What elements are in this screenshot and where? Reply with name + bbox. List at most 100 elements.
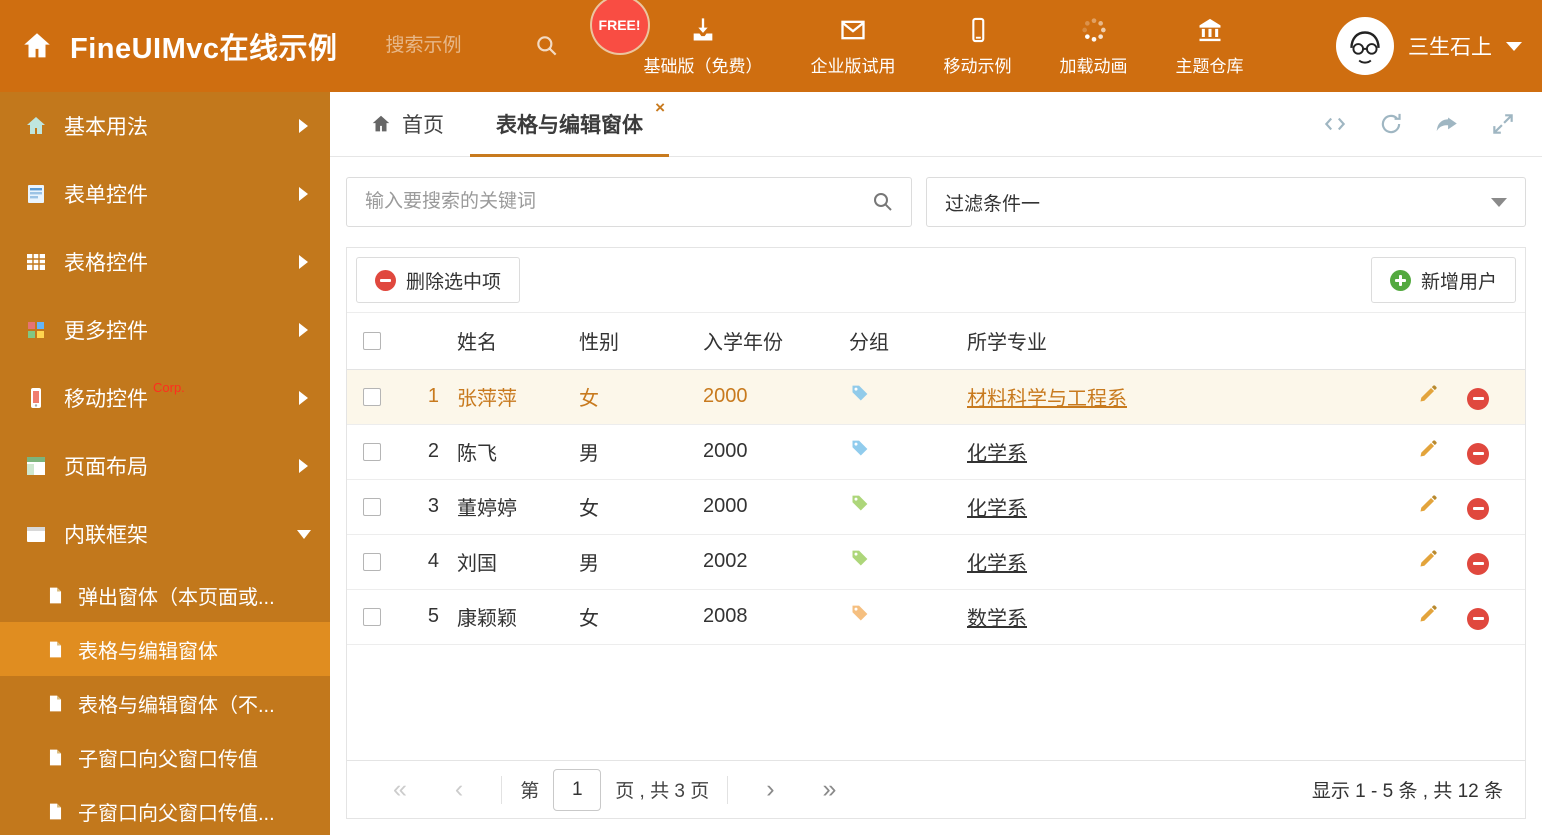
minus-circle-icon <box>375 269 396 291</box>
row-index: 2 <box>405 424 451 480</box>
major-link[interactable]: 化学系 <box>967 443 1027 465</box>
cell-year: 2002 <box>697 534 843 590</box>
search-icon[interactable] <box>871 190 895 214</box>
sidebar-item-page-layout[interactable]: 页面布局 <box>0 432 330 500</box>
row-checkbox[interactable] <box>363 497 381 516</box>
header-search <box>383 33 560 59</box>
add-user-button[interactable]: 新增用户 <box>1370 257 1516 303</box>
sidebar-item-grid-controls[interactable]: 表格控件 <box>0 228 330 296</box>
keyword-search-box <box>346 177 912 227</box>
tab-home[interactable]: 首页 <box>344 92 470 156</box>
pagination-bar: 第 页 , 共 3 页 显示 1 - 5 条 , 共 12 条 <box>347 760 1525 818</box>
sidebar-subitem-grid-edit-window-2[interactable]: 表格与编辑窗体（不... <box>0 676 330 730</box>
download-icon <box>689 16 717 44</box>
sidebar-subitem-label: 表格与编辑窗体（不... <box>78 694 275 717</box>
select-all-checkbox[interactable] <box>363 331 381 350</box>
envelope-icon <box>839 16 867 44</box>
nav-item-basic-free[interactable]: FREE! 基础版（免费） <box>591 0 787 92</box>
user-name[interactable]: 三生石上 <box>1408 31 1492 61</box>
row-checkbox[interactable] <box>363 442 381 461</box>
major-link[interactable]: 材料科学与工程系 <box>967 388 1127 410</box>
sidebar-item-label: 内联框架 <box>64 524 148 547</box>
source-code-icon[interactable] <box>1322 111 1348 137</box>
grid-body: 姓名 性别 入学年份 分组 所学专业 1 张萍萍 女 2000 材料科学与工程系… <box>347 313 1525 760</box>
sidebar-item-form-controls[interactable]: 表单控件 <box>0 160 330 228</box>
header-search-input[interactable] <box>383 34 534 58</box>
file-icon <box>46 586 65 605</box>
last-page-button[interactable] <box>799 777 861 802</box>
tag-icon <box>849 383 870 404</box>
delete-icon[interactable] <box>1467 552 1489 575</box>
sidebar-item-label: 页面布局 <box>64 456 148 479</box>
sidebar-subitem-popup-window[interactable]: 弹出窗体（本页面或... <box>0 568 330 622</box>
prev-page-button[interactable] <box>431 777 487 802</box>
mobile-icon <box>964 16 992 44</box>
nav-item-theme-repo[interactable]: 主题仓库 <box>1152 0 1268 92</box>
file-icon <box>46 640 65 659</box>
first-page-button[interactable] <box>369 777 431 802</box>
row-index: 5 <box>405 589 451 645</box>
tag-icon <box>849 548 870 569</box>
corp-badge: Corp. <box>153 380 185 395</box>
avatar[interactable] <box>1336 17 1394 75</box>
row-index: 3 <box>405 479 451 535</box>
sidebar-subitem-label: 子窗口向父窗口传值... <box>78 802 275 825</box>
app-title: FineUIMvc在线示例 <box>70 33 338 65</box>
edit-icon[interactable] <box>1417 603 1439 625</box>
tab-toolbar <box>1322 92 1542 156</box>
user-menu[interactable]: 三生石上 <box>1336 17 1522 75</box>
filter-row: 过滤条件一 <box>346 177 1526 227</box>
frame-icon <box>24 522 48 546</box>
nav-item-enterprise-trial[interactable]: 企业版试用 <box>787 0 920 92</box>
cell-gender: 女 <box>573 589 697 645</box>
sidebar-item-mobile-controls[interactable]: 移动控件 Corp. <box>0 364 330 432</box>
edit-icon[interactable] <box>1417 383 1439 405</box>
bank-icon <box>1196 16 1224 44</box>
sidebar-subitem-child-to-parent[interactable]: 子窗口向父窗口传值 <box>0 730 330 784</box>
row-checkbox[interactable] <box>363 387 381 406</box>
edit-icon[interactable] <box>1417 438 1439 460</box>
filter-dropdown[interactable]: 过滤条件一 <box>926 177 1526 227</box>
search-icon[interactable] <box>534 33 560 59</box>
major-link[interactable]: 化学系 <box>967 553 1027 575</box>
next-page-button[interactable] <box>742 777 798 802</box>
tab-content: 过滤条件一 删除选中项 新增用户 <box>330 157 1542 835</box>
widgets-icon <box>24 318 48 342</box>
keyword-search-input[interactable] <box>363 190 871 214</box>
chevron-down-icon[interactable] <box>1506 41 1522 51</box>
delete-icon[interactable] <box>1467 607 1489 630</box>
nav-item-mobile-demo[interactable]: 移动示例 <box>920 0 1036 92</box>
nav-item-loading-animation[interactable]: 加载动画 <box>1036 0 1152 92</box>
column-header-index <box>405 313 451 370</box>
major-link[interactable]: 数学系 <box>967 608 1027 630</box>
edit-icon[interactable] <box>1417 493 1439 515</box>
sidebar-subitem-child-to-parent-2[interactable]: 子窗口向父窗口传值... <box>0 784 330 835</box>
chevron-down-icon <box>297 529 311 539</box>
delete-icon[interactable] <box>1467 442 1489 465</box>
row-checkbox[interactable] <box>363 552 381 571</box>
share-icon[interactable] <box>1434 111 1460 137</box>
cell-name: 刘国 <box>451 534 573 590</box>
house-icon <box>24 114 48 138</box>
delete-icon[interactable] <box>1467 387 1489 410</box>
delete-selected-button[interactable]: 删除选中项 <box>356 257 521 303</box>
refresh-icon[interactable] <box>1378 111 1404 137</box>
close-icon[interactable] <box>655 99 665 116</box>
chevron-right-icon <box>299 323 308 337</box>
expand-icon[interactable] <box>1490 111 1516 137</box>
delete-icon[interactable] <box>1467 497 1489 520</box>
table-row: 1 张萍萍 女 2000 材料科学与工程系 <box>347 369 1525 425</box>
page-number-input[interactable] <box>553 768 602 811</box>
edit-icon[interactable] <box>1417 548 1439 570</box>
tab-bar: 首页 表格与编辑窗体 <box>330 92 1542 157</box>
sidebar-item-more-controls[interactable]: 更多控件 <box>0 296 330 364</box>
record-summary: 显示 1 - 5 条 , 共 12 条 <box>1311 781 1503 802</box>
sidebar-item-iframe[interactable]: 内联框架 <box>0 500 330 568</box>
tag-icon <box>849 603 870 624</box>
tab-grid-edit-window[interactable]: 表格与编辑窗体 <box>470 92 669 157</box>
major-link[interactable]: 化学系 <box>967 498 1027 520</box>
home-icon[interactable] <box>20 29 54 63</box>
sidebar-item-basic-usage[interactable]: 基本用法 <box>0 92 330 160</box>
row-checkbox[interactable] <box>363 607 381 626</box>
sidebar-subitem-grid-edit-window[interactable]: 表格与编辑窗体 <box>0 622 330 676</box>
